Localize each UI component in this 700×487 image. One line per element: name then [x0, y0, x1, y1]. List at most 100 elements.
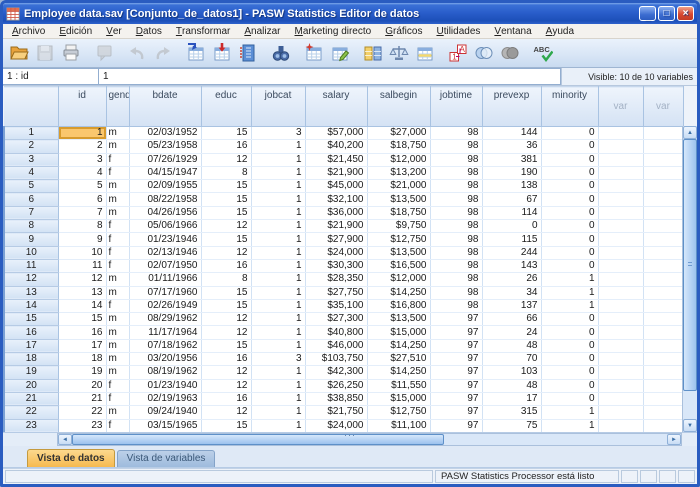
cell[interactable]: $16,500: [367, 259, 430, 272]
cell[interactable]: [643, 193, 683, 206]
cell[interactable]: 24: [482, 326, 541, 339]
cell[interactable]: m: [106, 206, 129, 219]
cell[interactable]: $18,750: [367, 140, 430, 153]
cell[interactable]: 12: [201, 246, 251, 259]
cell[interactable]: $11,100: [367, 419, 430, 432]
cell[interactable]: 16: [201, 353, 251, 366]
cell[interactable]: 97: [430, 313, 482, 326]
cell[interactable]: $12,000: [367, 273, 430, 286]
cell[interactable]: 17: [58, 339, 106, 352]
cell[interactable]: 1: [251, 392, 305, 405]
cell[interactable]: 98: [430, 206, 482, 219]
cell[interactable]: $21,750: [305, 406, 367, 419]
cell[interactable]: $57,000: [305, 127, 367, 140]
cell[interactable]: 97: [430, 353, 482, 366]
cell[interactable]: 02/19/1963: [129, 392, 201, 405]
vertical-scrollbar[interactable]: ▲ ▼: [682, 126, 697, 432]
row-header-17[interactable]: 17: [4, 339, 58, 352]
scroll-right-icon[interactable]: ►: [667, 434, 681, 445]
cell[interactable]: 98: [430, 233, 482, 246]
cell[interactable]: $27,750: [305, 286, 367, 299]
cell[interactable]: $12,750: [367, 233, 430, 246]
cell[interactable]: [643, 339, 683, 352]
cell[interactable]: 15: [201, 233, 251, 246]
cell[interactable]: 12: [201, 326, 251, 339]
cell[interactable]: 0: [541, 233, 598, 246]
cell[interactable]: 98: [430, 246, 482, 259]
cell[interactable]: 10: [58, 246, 106, 259]
cell-value-input[interactable]: 1: [99, 68, 561, 85]
cell[interactable]: 70: [482, 353, 541, 366]
cell[interactable]: 98: [430, 286, 482, 299]
spell-check-button[interactable]: ABC: [530, 41, 556, 65]
cell[interactable]: 19: [58, 366, 106, 379]
cell[interactable]: $21,900: [305, 166, 367, 179]
cell[interactable]: 98: [430, 127, 482, 140]
cell[interactable]: 1: [251, 379, 305, 392]
cell[interactable]: m: [106, 313, 129, 326]
cell[interactable]: 05/06/1966: [129, 220, 201, 233]
cell[interactable]: 15: [58, 313, 106, 326]
cell[interactable]: 15: [201, 206, 251, 219]
cell[interactable]: 03/20/1956: [129, 353, 201, 366]
row-header-12[interactable]: 12: [4, 273, 58, 286]
cell[interactable]: $13,500: [367, 246, 430, 259]
cell[interactable]: 98: [430, 193, 482, 206]
cell[interactable]: [598, 180, 643, 193]
cell[interactable]: m: [106, 406, 129, 419]
cell[interactable]: 97: [430, 339, 482, 352]
cell[interactable]: 0: [541, 246, 598, 259]
column-header-educ[interactable]: educ: [201, 87, 251, 127]
cell[interactable]: 12: [201, 379, 251, 392]
scroll-left-icon[interactable]: ◄: [58, 434, 72, 445]
cell[interactable]: f: [106, 153, 129, 166]
cell[interactable]: $14,250: [367, 366, 430, 379]
cell[interactable]: 2: [58, 140, 106, 153]
cell[interactable]: $27,900: [305, 233, 367, 246]
cell[interactable]: [643, 259, 683, 272]
cell[interactable]: 26: [482, 273, 541, 286]
cell[interactable]: 07/17/1960: [129, 286, 201, 299]
cell[interactable]: $32,100: [305, 193, 367, 206]
cell[interactable]: $27,300: [305, 313, 367, 326]
cell[interactable]: 244: [482, 246, 541, 259]
cell[interactable]: 14: [58, 299, 106, 312]
cell[interactable]: 22: [58, 406, 106, 419]
cell[interactable]: 1: [251, 220, 305, 233]
cell[interactable]: $15,000: [367, 392, 430, 405]
cell[interactable]: 04/15/1947: [129, 166, 201, 179]
cell[interactable]: 02/13/1946: [129, 246, 201, 259]
cell[interactable]: f: [106, 299, 129, 312]
cell[interactable]: [643, 392, 683, 405]
cell[interactable]: 1: [541, 406, 598, 419]
cell[interactable]: 67: [482, 193, 541, 206]
row-header-11[interactable]: 11: [4, 259, 58, 272]
cell[interactable]: 0: [541, 313, 598, 326]
row-header-19[interactable]: 19: [4, 366, 58, 379]
row-header-6[interactable]: 6: [4, 193, 58, 206]
insert-variable-button[interactable]: [327, 41, 353, 65]
show-all-variables-button[interactable]: [497, 41, 523, 65]
cell[interactable]: 12: [201, 153, 251, 166]
cell[interactable]: 0: [541, 379, 598, 392]
cell[interactable]: 98: [430, 273, 482, 286]
cell[interactable]: [598, 313, 643, 326]
cell[interactable]: [643, 127, 683, 140]
cell[interactable]: 98: [430, 220, 482, 233]
cell[interactable]: 98: [430, 299, 482, 312]
cell[interactable]: $21,900: [305, 220, 367, 233]
cell[interactable]: $45,000: [305, 180, 367, 193]
find-button[interactable]: [268, 41, 294, 65]
cell[interactable]: 8: [201, 166, 251, 179]
cell[interactable]: 98: [430, 153, 482, 166]
cell[interactable]: m: [106, 193, 129, 206]
cell[interactable]: [598, 166, 643, 179]
cell[interactable]: $40,800: [305, 326, 367, 339]
cell[interactable]: 16: [201, 140, 251, 153]
cell[interactable]: $15,000: [367, 326, 430, 339]
row-header-23[interactable]: 23: [4, 419, 58, 432]
cell[interactable]: 1: [251, 286, 305, 299]
column-header-id[interactable]: id: [58, 87, 106, 127]
cell[interactable]: 1: [541, 286, 598, 299]
cell[interactable]: 07/18/1962: [129, 339, 201, 352]
